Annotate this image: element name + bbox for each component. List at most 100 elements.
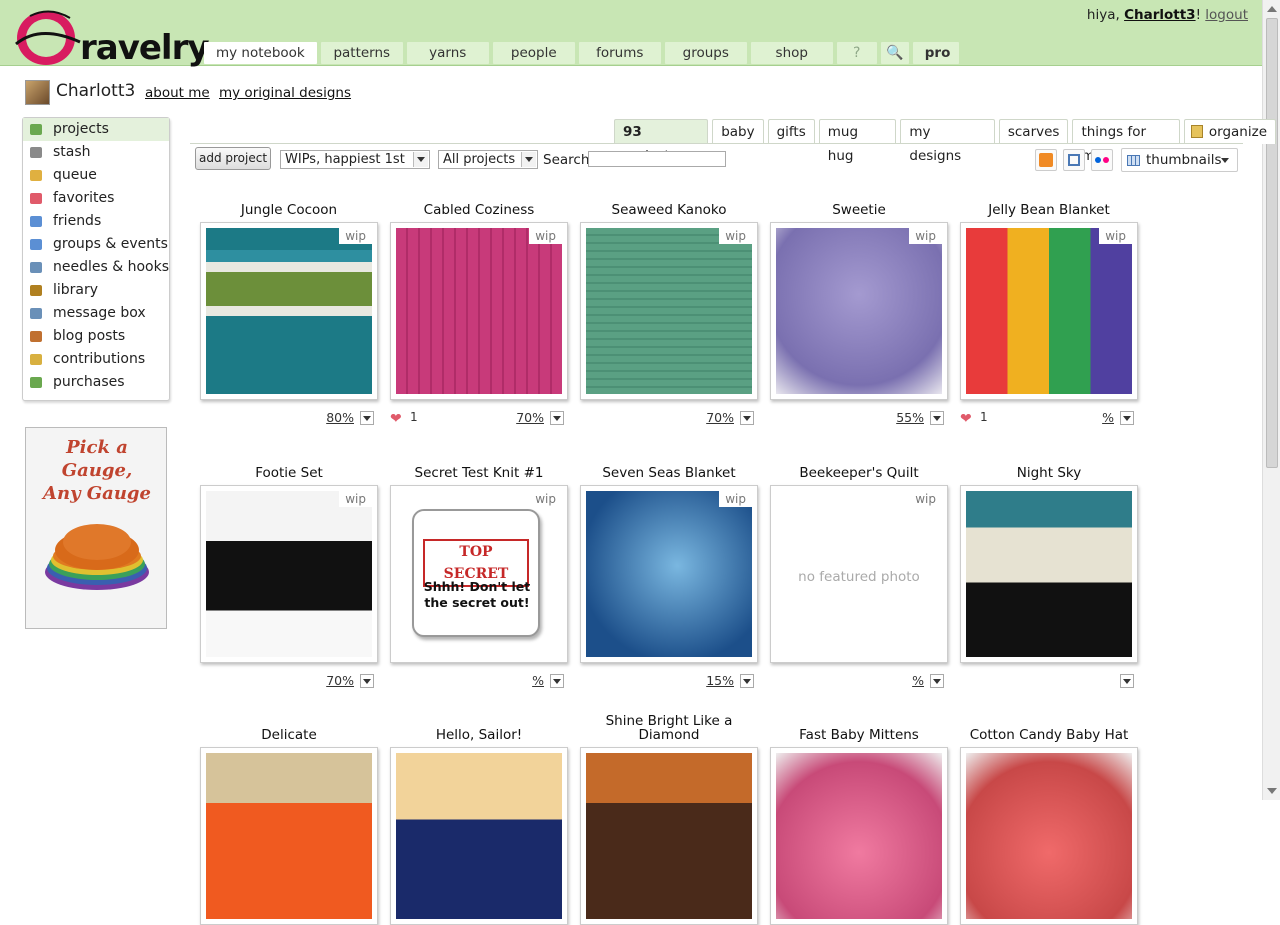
nav-shop[interactable]: shop [750, 42, 833, 64]
project-title[interactable]: Jungle Cocoon [190, 203, 388, 217]
project-thumbnail[interactable]: wip [200, 222, 378, 400]
about-me-link[interactable]: about me [145, 85, 210, 101]
project-title[interactable]: Seaweed Kanoko [570, 203, 768, 217]
progress-percent[interactable]: 70% [706, 410, 734, 425]
help-icon[interactable]: ? [836, 42, 877, 64]
project-title[interactable]: Shine Bright Like a Diamond [594, 714, 744, 742]
project-title[interactable]: Seven Seas Blanket [570, 466, 768, 480]
progress-percent[interactable]: % [912, 673, 924, 688]
nav-yarns[interactable]: yarns [406, 42, 489, 64]
progress-dropdown[interactable] [550, 411, 564, 425]
search-icon[interactable]: 🔍 [880, 42, 909, 64]
tab-baby[interactable]: baby [712, 119, 764, 144]
progress-percent[interactable]: 70% [516, 410, 544, 425]
sidebar-item-groups-events[interactable]: groups & events [23, 233, 169, 256]
sort-select[interactable]: WIPs, happiest 1st [280, 150, 430, 169]
tab-things-for-me[interactable]: things for me [1072, 119, 1180, 164]
progress-dropdown[interactable] [550, 674, 564, 688]
nav-pro[interactable]: pro [912, 42, 959, 64]
project-title[interactable]: Cotton Candy Baby Hat [950, 728, 1148, 742]
project-thumbnail[interactable] [960, 485, 1138, 663]
project-thumbnail[interactable]: wip [200, 485, 378, 663]
tab-all-projects[interactable]: 93 projects [614, 119, 709, 164]
progress-percent[interactable]: % [532, 673, 544, 688]
view-mode-select[interactable]: thumbnails [1121, 148, 1238, 172]
sidebar-item-needles-hooks[interactable]: needles & hooks [23, 256, 169, 279]
nav-groups[interactable]: groups [664, 42, 747, 64]
project-thumbnail[interactable] [390, 747, 568, 925]
sidebar-item-friends[interactable]: friends [23, 210, 169, 233]
filter-select[interactable]: All projects [438, 150, 538, 169]
progress-dropdown[interactable] [360, 411, 374, 425]
sidebar-item-library[interactable]: library [23, 279, 169, 302]
sidebar-item-contributions[interactable]: contributions [23, 348, 169, 371]
project-thumbnail[interactable]: wip [580, 485, 758, 663]
heart-icon[interactable]: ❤ [390, 411, 402, 427]
project-title[interactable]: Secret Test Knit #1 [380, 466, 578, 480]
progress-dropdown[interactable] [1120, 411, 1134, 425]
sidebar-item-favorites[interactable]: favorites [23, 187, 169, 210]
progress-percent[interactable]: 80% [326, 410, 354, 425]
nav-my-notebook[interactable]: my notebook [204, 42, 317, 64]
project-thumbnail[interactable] [200, 747, 378, 925]
tab-gifts[interactable]: gifts [767, 119, 815, 144]
sidebar-item-message-box[interactable]: message box [23, 302, 169, 325]
project-thumbnail[interactable]: wip [390, 222, 568, 400]
project-title[interactable]: Footie Set [190, 466, 388, 480]
scroll-down-arrow[interactable] [1267, 788, 1277, 794]
nav-people[interactable]: people [492, 42, 575, 64]
progress-percent[interactable]: % [1102, 410, 1114, 425]
ad-banner[interactable]: Pick a Gauge, Any Gauge [25, 427, 167, 629]
slideshow-button[interactable] [1063, 149, 1085, 171]
project-thumbnail[interactable]: wip [580, 222, 758, 400]
avatar[interactable] [25, 80, 50, 105]
progress-dropdown[interactable] [360, 674, 374, 688]
tab-mug-hug[interactable]: mug hug [818, 119, 897, 164]
tab-organize[interactable]: organize [1183, 119, 1277, 144]
progress-dropdown[interactable] [930, 411, 944, 425]
project-title[interactable]: Night Sky [950, 466, 1148, 480]
project-title[interactable]: Beekeeper's Quilt [760, 466, 958, 480]
sidebar-item-projects[interactable]: projects [23, 118, 169, 141]
logout-link[interactable]: logout [1205, 7, 1248, 23]
add-project-button[interactable]: add project [195, 147, 271, 170]
project-title[interactable]: Sweetie [760, 203, 958, 217]
tab-my-designs[interactable]: my designs [900, 119, 995, 164]
sidebar-item-stash[interactable]: stash [23, 141, 169, 164]
project-title[interactable]: Jelly Bean Blanket [950, 203, 1148, 217]
progress-percent[interactable]: 55% [896, 410, 924, 425]
scroll-up-arrow[interactable] [1267, 6, 1277, 12]
project-thumbnail[interactable] [580, 747, 758, 925]
project-thumbnail[interactable]: TOP SECRET Shhh! Don't let the secret out… [390, 485, 568, 663]
username-link[interactable]: Charlott3 [1124, 7, 1196, 23]
project-thumbnail[interactable]: wip [960, 222, 1138, 400]
nav-patterns[interactable]: patterns [320, 42, 403, 64]
progress-dropdown[interactable] [1120, 674, 1134, 688]
project-thumbnail[interactable] [960, 747, 1138, 925]
sidebar-item-blog-posts[interactable]: blog posts [23, 325, 169, 348]
thumbnails-icon [1127, 155, 1140, 166]
project-title[interactable]: Hello, Sailor! [380, 728, 578, 742]
sidebar-item-purchases[interactable]: purchases [23, 371, 169, 394]
project-title[interactable]: Delicate [190, 728, 388, 742]
project-thumbnail[interactable]: wip [770, 222, 948, 400]
project-thumbnail[interactable] [770, 747, 948, 925]
progress-dropdown[interactable] [740, 411, 754, 425]
search-input[interactable] [588, 151, 726, 167]
project-thumbnail[interactable]: no featured photo wip [770, 485, 948, 663]
rss-button[interactable] [1035, 149, 1057, 171]
progress-dropdown[interactable] [930, 674, 944, 688]
project-title[interactable]: Fast Baby Mittens [760, 728, 958, 742]
scroll-thumb[interactable] [1266, 18, 1278, 468]
progress-dropdown[interactable] [740, 674, 754, 688]
flickr-button[interactable] [1091, 149, 1113, 171]
heart-icon[interactable]: ❤ [960, 411, 972, 427]
progress-percent[interactable]: 15% [706, 673, 734, 688]
nav-forums[interactable]: forums [578, 42, 661, 64]
tab-scarves[interactable]: scarves [998, 119, 1069, 144]
original-designs-link[interactable]: my original designs [219, 85, 351, 101]
ravelry-logo[interactable]: ravelry [10, 4, 210, 68]
project-title[interactable]: Cabled Coziness [380, 203, 578, 217]
progress-percent[interactable]: 70% [326, 673, 354, 688]
sidebar-item-queue[interactable]: queue [23, 164, 169, 187]
